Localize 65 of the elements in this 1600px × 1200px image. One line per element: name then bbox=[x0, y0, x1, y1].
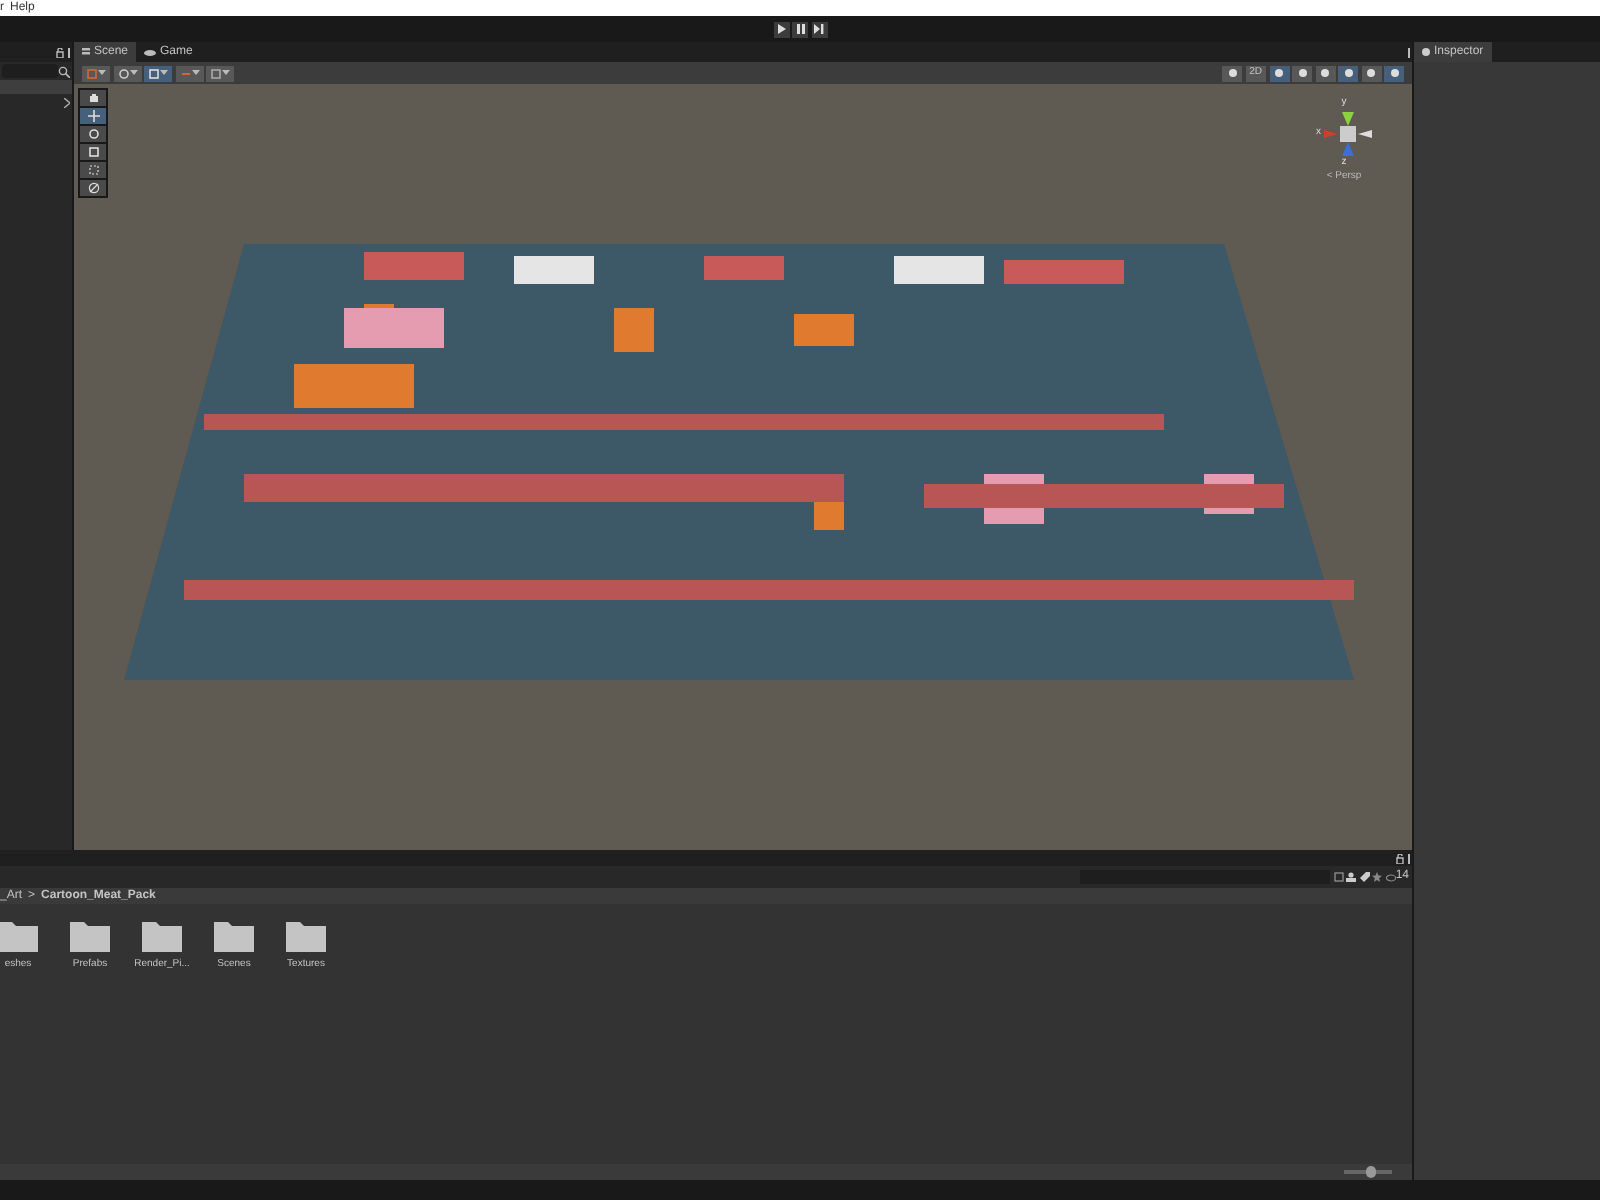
move-icon bbox=[87, 110, 99, 122]
play-button[interactable] bbox=[773, 21, 789, 37]
toolbar-dropdown[interactable] bbox=[144, 65, 172, 81]
circle-icon bbox=[1297, 68, 1307, 78]
scale-icon bbox=[87, 146, 99, 158]
scene-toggle-button[interactable] bbox=[1361, 65, 1381, 81]
zoom-slider[interactable] bbox=[1365, 1166, 1376, 1178]
info-icon bbox=[1422, 48, 1430, 56]
tag-icon[interactable] bbox=[1359, 872, 1370, 882]
folder-icon[interactable] bbox=[70, 920, 110, 952]
circle-icon bbox=[1274, 68, 1284, 78]
scene-toggle-button[interactable] bbox=[1384, 65, 1404, 81]
hand-icon bbox=[87, 92, 99, 104]
toolbar-dropdown[interactable] bbox=[175, 65, 203, 81]
folder-icon[interactable] bbox=[214, 920, 254, 952]
tool-icon bbox=[148, 67, 160, 79]
caret-icon bbox=[191, 70, 199, 76]
eye-icon bbox=[144, 49, 157, 55]
folder-icon[interactable] bbox=[0, 920, 38, 952]
scene-toggle-button[interactable] bbox=[1292, 65, 1312, 81]
eye-icon bbox=[1385, 873, 1396, 881]
menu-icon bbox=[82, 48, 90, 56]
shapes-icon[interactable] bbox=[1346, 872, 1357, 882]
circle-icon bbox=[1343, 68, 1353, 78]
toolbar-dropdown[interactable] bbox=[206, 65, 234, 81]
hand-tool[interactable] bbox=[80, 90, 106, 106]
search-icon[interactable] bbox=[58, 65, 70, 77]
circle-icon bbox=[1227, 68, 1238, 78]
search-field[interactable] bbox=[2, 64, 58, 78]
folder-icon[interactable] bbox=[286, 920, 326, 952]
step-button[interactable] bbox=[811, 21, 827, 37]
rect-icon bbox=[87, 164, 99, 176]
axis-gizmo-icon[interactable] bbox=[1324, 111, 1372, 155]
tool-icon bbox=[86, 67, 98, 79]
scene-toggle-button[interactable] bbox=[1222, 65, 1243, 81]
scale-tool[interactable] bbox=[80, 144, 106, 160]
rect-tool[interactable] bbox=[80, 162, 106, 178]
transform-icon bbox=[87, 182, 99, 194]
move-tool[interactable] bbox=[80, 108, 106, 124]
tool-icon bbox=[179, 67, 191, 79]
caret-icon bbox=[160, 70, 168, 76]
lock-icon[interactable] bbox=[1396, 853, 1404, 863]
caret-icon bbox=[98, 70, 106, 76]
circle-icon bbox=[1320, 68, 1330, 78]
folder-icon[interactable] bbox=[142, 920, 182, 952]
search-field[interactable] bbox=[1080, 870, 1331, 884]
caret-icon bbox=[222, 70, 230, 76]
tool-icon bbox=[210, 67, 222, 79]
scene-toggle-button[interactable] bbox=[1315, 65, 1335, 81]
lock-icon[interactable] bbox=[56, 47, 64, 57]
toolbar-dropdown[interactable] bbox=[113, 65, 141, 81]
caret-icon bbox=[129, 70, 137, 76]
scene-toggle-button[interactable] bbox=[1338, 65, 1358, 81]
pause-button[interactable] bbox=[792, 21, 808, 37]
tool-icon bbox=[117, 67, 129, 79]
circle-icon bbox=[1389, 68, 1399, 78]
circle-icon bbox=[1366, 68, 1376, 78]
filter-icon[interactable] bbox=[1333, 872, 1344, 882]
rotate-tool[interactable] bbox=[80, 126, 106, 142]
star-icon[interactable] bbox=[1372, 872, 1383, 882]
transform-tool[interactable] bbox=[80, 180, 106, 196]
chevron-icon[interactable] bbox=[63, 97, 69, 107]
rotate-icon bbox=[87, 128, 99, 140]
toolbar-dropdown[interactable] bbox=[82, 65, 110, 81]
scene-toggle-button[interactable] bbox=[1269, 65, 1289, 81]
